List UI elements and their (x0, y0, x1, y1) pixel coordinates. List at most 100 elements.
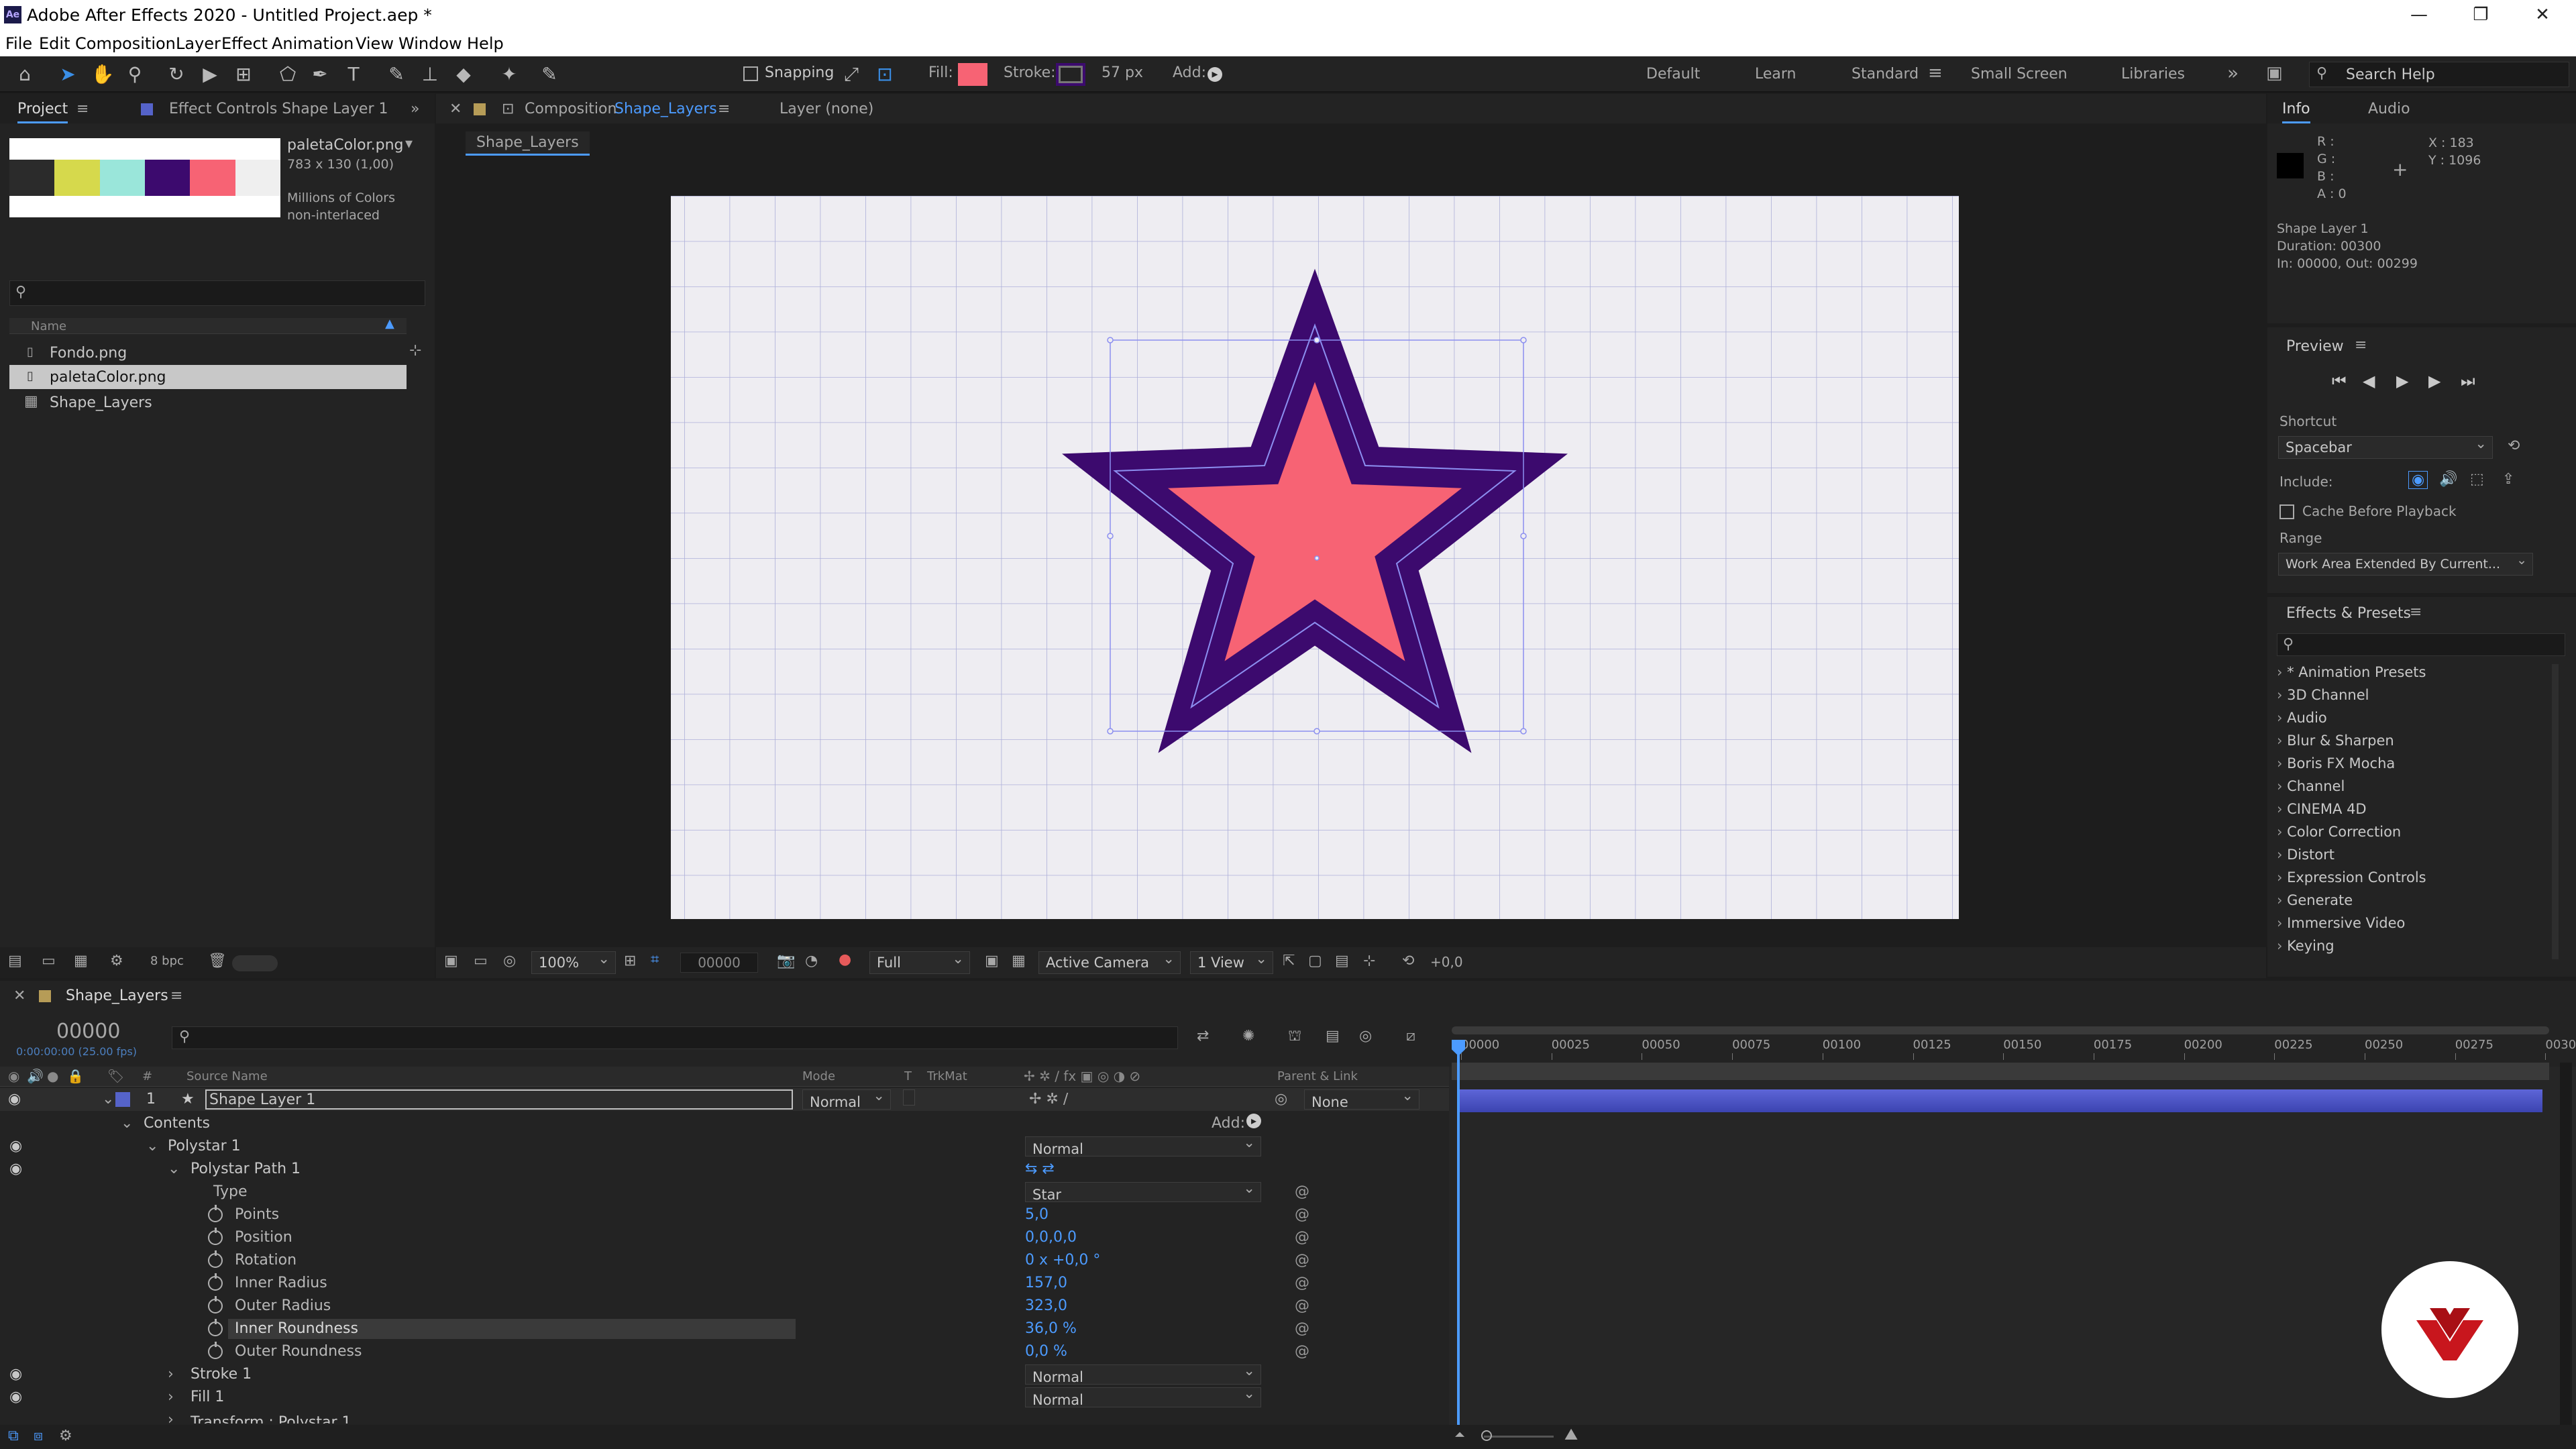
export-icon[interactable]: ⇪ (2502, 471, 2514, 488)
expression-pick-whip-icon[interactable]: @ (1295, 1343, 1309, 1360)
effects-category-item[interactable]: › Channel (2277, 778, 2345, 801)
layer-tab[interactable]: Layer (none) (780, 101, 873, 117)
in-out-toggle-icon[interactable]: ⚙ (59, 1428, 72, 1444)
effects-category-item[interactable]: › Audio (2277, 710, 2327, 733)
range-dropdown[interactable]: Work Area Extended By Current... (2278, 549, 2533, 576)
reset-icon[interactable]: ⟲ (2508, 437, 2520, 454)
effects-scrollbar[interactable] (2552, 664, 2559, 959)
new-composition-icon[interactable]: ▦ (74, 953, 88, 969)
bit-depth-label[interactable]: 8 bpc (150, 954, 184, 968)
expand-arrow-icon[interactable]: › (2277, 915, 2287, 931)
anchor-point[interactable] (1314, 555, 1320, 561)
expression-pick-whip-icon[interactable]: @ (1295, 1252, 1309, 1269)
polystar-type-dropdown[interactable]: Star (1025, 1179, 1261, 1203)
search-help-box[interactable]: ⚲ Search Help (2309, 62, 2569, 87)
stopwatch-icon[interactable] (208, 1228, 223, 1245)
parent-link-header[interactable]: Parent & Link (1277, 1069, 1358, 1083)
zoom-in-icon[interactable]: ⛰ (1564, 1425, 1578, 1444)
new-folder-icon[interactable]: ▭ (42, 953, 56, 969)
panel-layout-icon[interactable]: ▣ (2266, 63, 2283, 83)
property-value[interactable]: 323,0 (1025, 1297, 1067, 1314)
property-row[interactable]: Outer Roundness 0,0 % @ (0, 1340, 1449, 1363)
show-snapshot-icon[interactable]: ◔ (805, 953, 818, 969)
pan-behind-tool-icon[interactable]: ⊞ (231, 62, 256, 87)
next-frame-icon[interactable]: ▶ (2428, 372, 2440, 390)
eye-icon[interactable]: ◉ (9, 1366, 22, 1383)
polystar-group-row[interactable]: ◉ ⌄ Polystar 1 Normal (0, 1133, 1449, 1158)
stopwatch-icon[interactable] (208, 1205, 223, 1222)
layer-duration-bar[interactable] (1460, 1089, 2542, 1112)
property-row[interactable]: Type Star @ (0, 1179, 1449, 1203)
property-value[interactable]: 5,0 (1025, 1206, 1049, 1223)
current-time-indicator[interactable] (1457, 1051, 1460, 1433)
project-item-fondo[interactable]: ▯ Fondo.png (9, 341, 407, 365)
bbox-handle[interactable] (1107, 337, 1114, 343)
tab-project[interactable]: Project (17, 101, 68, 123)
more-workspaces-icon[interactable]: » (2227, 62, 2239, 84)
path-direction-icon[interactable]: ⇆ ⇄ (1025, 1161, 1055, 1177)
effects-category-item[interactable]: › Expression Controls (2277, 869, 2426, 892)
stopwatch-icon[interactable] (208, 1296, 223, 1313)
effects-category-item[interactable]: › * Animation Presets (2277, 664, 2426, 687)
exposure-value[interactable]: +0,0 (1430, 954, 1463, 970)
parent-dropdown[interactable]: None (1304, 1086, 1419, 1110)
expand-chevron-icon[interactable]: ⌄ (102, 1091, 114, 1108)
workspace-learn[interactable]: Learn (1755, 66, 1796, 83)
expression-pick-whip-icon[interactable]: @ (1295, 1275, 1309, 1291)
effects-category-item[interactable]: › Color Correction (2277, 824, 2401, 847)
bbox-handle[interactable] (1313, 728, 1320, 735)
eye-icon[interactable]: ◉ (9, 1161, 22, 1177)
source-name-header[interactable]: Source Name (186, 1069, 268, 1083)
maximize-button[interactable]: ❐ (2450, 0, 2512, 31)
work-area-bar[interactable] (1452, 1026, 2549, 1034)
property-row[interactable]: Inner Roundness 36,0 % @ (0, 1318, 1449, 1340)
property-row[interactable]: Position 0,0,0,0 @ (0, 1226, 1449, 1249)
expand-chevron-icon[interactable]: ⌄ (121, 1115, 133, 1132)
workspace-menu-icon[interactable]: ≡ (1928, 63, 1943, 83)
menu-file[interactable]: File (5, 34, 32, 53)
previous-frame-icon[interactable]: ◀ (2363, 372, 2375, 390)
selection-tool-icon[interactable]: ➤ (55, 62, 80, 87)
comp-menu-icon[interactable]: ≡ (718, 101, 730, 117)
expand-arrow-icon[interactable]: › (2277, 778, 2287, 794)
region-of-interest-icon[interactable]: ▣ (985, 953, 999, 969)
effects-category-item[interactable]: › Distort (2277, 847, 2334, 869)
zoom-out-icon[interactable]: ⏶ (1454, 1426, 1465, 1442)
video-visibility-icon[interactable]: ◉ (8, 1068, 19, 1084)
fill-label[interactable]: Fill: (928, 64, 953, 81)
tab-audio[interactable]: Audio (2368, 101, 2410, 117)
monitor-icon[interactable]: ▭ (474, 953, 488, 969)
composition-tab-prefix[interactable]: Composition (525, 101, 616, 117)
layer-switches-toggle-icon[interactable]: ⧉ (8, 1428, 19, 1444)
comp-mini-flowchart-icon[interactable]: ⇄ (1197, 1028, 1209, 1044)
zoom-tool-icon[interactable]: ⚲ (122, 62, 148, 87)
eye-icon[interactable]: ◉ (8, 1091, 21, 1108)
timeline-tab-name[interactable]: Shape_Layers (66, 987, 168, 1004)
snap-option-icon[interactable]: ⤢ (839, 62, 864, 87)
reset-exposure-icon[interactable]: ⟲ (1402, 953, 1414, 969)
stopwatch-icon[interactable] (208, 1250, 223, 1268)
expand-arrow-icon[interactable]: › (2277, 664, 2287, 680)
project-item-shape-layers[interactable]: ▦ Shape_Layers (9, 390, 407, 415)
expand-chevron-icon[interactable]: › (168, 1366, 174, 1383)
last-frame-icon[interactable]: ⏭ (2461, 372, 2475, 390)
close-tab-icon[interactable]: ✕ (449, 101, 462, 117)
expression-pick-whip-icon[interactable]: @ (1295, 1183, 1309, 1200)
expand-arrow-icon[interactable]: › (2277, 687, 2287, 703)
roto-brush-tool-icon[interactable]: ✦ (496, 62, 522, 87)
timeline-scrollbar[interactable] (2560, 1063, 2572, 1432)
layer-row[interactable]: ◉ ⌄ 1 ★ Shape Layer 1 Normal ✢ ✲ ∕ ◎ Non… (0, 1086, 1449, 1111)
home-icon[interactable]: ⌂ (12, 62, 38, 87)
bbox-handle[interactable] (1313, 337, 1320, 343)
motion-blur-icon[interactable]: ◎ (1359, 1028, 1372, 1044)
close-button[interactable]: ✕ (2512, 0, 2573, 31)
project-search-input[interactable]: ⚲ (9, 280, 425, 306)
graph-editor-icon[interactable]: ⧄ (1406, 1028, 1415, 1044)
always-preview-icon[interactable]: ▣ (444, 953, 458, 969)
effects-category-item[interactable]: › Blur & Sharpen (2277, 733, 2394, 755)
brush-tool-icon[interactable]: ✎ (384, 62, 409, 87)
effects-category-item[interactable]: › Keying (2277, 938, 2334, 959)
transform-group-row[interactable]: › Transform : Polystar 1 (0, 1409, 1449, 1424)
fill-mode-dropdown[interactable]: Normal (1025, 1384, 1261, 1408)
minimize-button[interactable]: — (2388, 0, 2450, 31)
